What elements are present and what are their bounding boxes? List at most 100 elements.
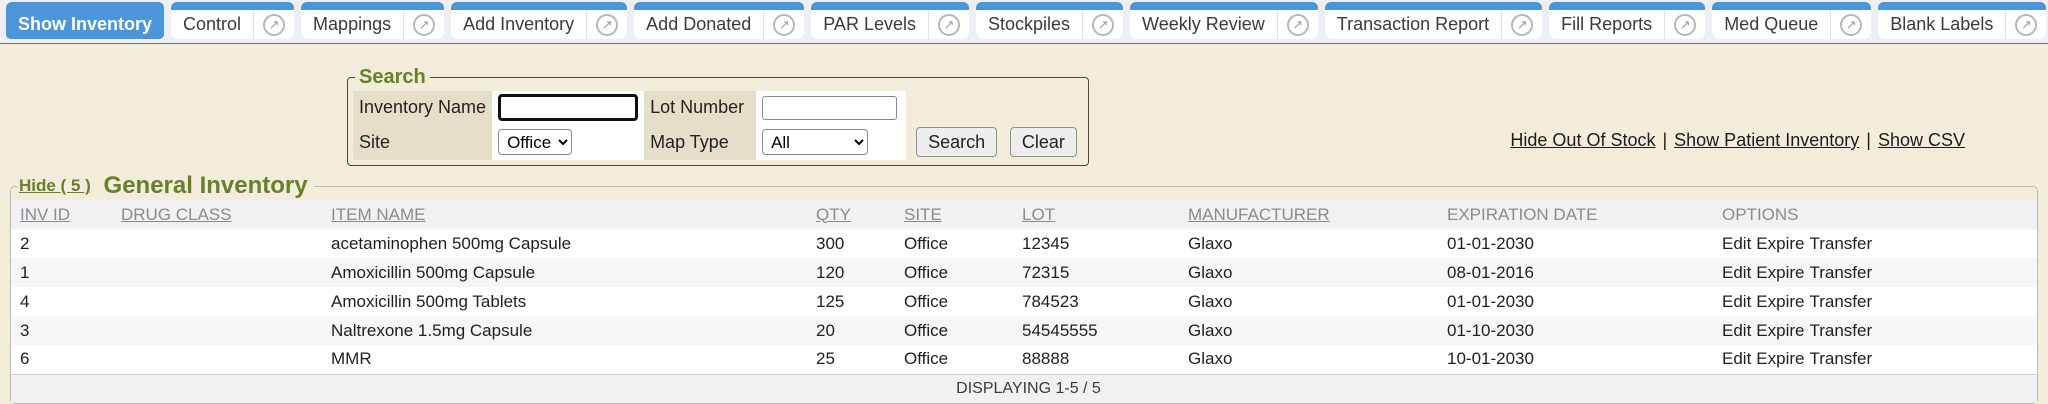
open-new-window-icon[interactable]: ↗ bbox=[413, 14, 435, 36]
search-button[interactable]: Search bbox=[916, 127, 997, 157]
cell-item-name: MMR bbox=[331, 345, 816, 374]
inventory-name-input[interactable] bbox=[498, 94, 638, 121]
sort-link[interactable]: QTY bbox=[816, 205, 851, 224]
cell-inv-id: 6 bbox=[11, 345, 121, 374]
search-panel: Search Inventory Name Lot Number Site Of… bbox=[347, 66, 1089, 166]
tab-transaction-report[interactable]: Transaction Report↗ bbox=[1325, 2, 1542, 39]
cell-inv-id: 2 bbox=[11, 229, 121, 258]
tab-label: Add Inventory bbox=[451, 14, 586, 35]
tab-stockpiles[interactable]: Stockpiles↗ bbox=[976, 2, 1123, 39]
expire-action-link[interactable]: Expire bbox=[1756, 263, 1804, 282]
sort-link[interactable]: LOT bbox=[1022, 205, 1055, 224]
cell-site: Office bbox=[904, 345, 1022, 374]
tab-divider bbox=[403, 10, 404, 39]
cell-qty: 125 bbox=[816, 287, 904, 316]
cell-expiration-date: 01-01-2030 bbox=[1447, 287, 1722, 316]
cell-inv-id: 3 bbox=[11, 316, 121, 345]
cell-drug-class bbox=[121, 316, 331, 345]
tab-control[interactable]: Control↗ bbox=[171, 2, 294, 39]
tab-label: Add Donated bbox=[634, 14, 763, 35]
expire-action-link[interactable]: Expire bbox=[1756, 234, 1804, 253]
inventory-table: INV ID DRUG CLASS ITEM NAME QTY SITE LOT MANUF… bbox=[11, 200, 2037, 403]
transfer-action-link[interactable]: Transfer bbox=[1809, 263, 1872, 282]
open-new-window-icon[interactable]: ↗ bbox=[596, 14, 618, 36]
open-new-window-icon[interactable]: ↗ bbox=[938, 14, 960, 36]
tab-show-inventory[interactable]: Show Inventory bbox=[6, 2, 164, 39]
site-select[interactable]: Office bbox=[498, 129, 572, 155]
tab-label: Show Inventory bbox=[6, 14, 164, 35]
cell-lot: 54545555 bbox=[1022, 316, 1188, 345]
show-csv-link[interactable]: Show CSV bbox=[1878, 130, 1965, 150]
cell-manufacturer: Glaxo bbox=[1188, 345, 1447, 374]
tab-label: Mappings bbox=[301, 14, 403, 35]
link-separator: | bbox=[1866, 130, 1871, 150]
map-type-select[interactable]: All bbox=[762, 129, 868, 155]
open-new-window-icon[interactable]: ↗ bbox=[773, 14, 795, 36]
tab-label: Blank Labels bbox=[1878, 14, 2005, 35]
tab-divider bbox=[253, 10, 254, 39]
open-new-window-icon[interactable]: ↗ bbox=[1092, 14, 1114, 36]
table-row: 6MMR25Office88888Glaxo10-01-2030EditExpi… bbox=[11, 345, 2037, 374]
sort-link[interactable]: ITEM NAME bbox=[331, 205, 425, 224]
expire-action-link[interactable]: Expire bbox=[1756, 349, 1804, 368]
tab-label: Med Queue bbox=[1712, 14, 1830, 35]
tab-divider bbox=[1664, 10, 1665, 39]
open-new-window-icon[interactable]: ↗ bbox=[1511, 14, 1533, 36]
cell-item-name: Amoxicillin 500mg Tablets bbox=[331, 287, 816, 316]
cell-qty: 25 bbox=[816, 345, 904, 374]
open-new-window-icon[interactable]: ↗ bbox=[2015, 14, 2037, 36]
cell-options: Edit Expire Transfer bbox=[1722, 316, 2037, 345]
column-label: EXPIRATION DATE bbox=[1447, 205, 1598, 224]
sort-link[interactable]: MANUFACTURER bbox=[1188, 205, 1330, 224]
cell-drug-class bbox=[121, 287, 331, 316]
clear-button[interactable]: Clear bbox=[1010, 127, 1077, 157]
open-new-window-icon[interactable]: ↗ bbox=[1674, 14, 1696, 36]
site-label: Site bbox=[353, 124, 492, 160]
edit-action-link[interactable]: Edit bbox=[1722, 321, 1751, 340]
tab-fill-reports[interactable]: Fill Reports↗ bbox=[1549, 2, 1705, 39]
open-new-window-icon[interactable]: ↗ bbox=[263, 14, 285, 36]
tab-add-donated[interactable]: Add Donated ↗ bbox=[634, 2, 804, 39]
tab-weekly-review[interactable]: Weekly Review ↗ bbox=[1130, 2, 1318, 39]
edit-action-link[interactable]: Edit bbox=[1722, 349, 1751, 368]
inventory-table-header: INV ID DRUG CLASS ITEM NAME QTY SITE LOT MANUF… bbox=[11, 200, 2037, 229]
general-inventory-legend: Hide ( 5 ) General Inventory bbox=[17, 172, 314, 200]
cell-site: Office bbox=[904, 229, 1022, 258]
open-new-window-icon[interactable]: ↗ bbox=[1840, 14, 1862, 36]
transfer-action-link[interactable]: Transfer bbox=[1809, 292, 1872, 311]
cell-inv-id: 4 bbox=[11, 287, 121, 316]
cell-inv-id: 1 bbox=[11, 258, 121, 287]
tab-label: PAR Levels bbox=[811, 14, 928, 35]
show-patient-inventory-link[interactable]: Show Patient Inventory bbox=[1674, 130, 1859, 150]
cell-item-name: acetaminophen 500mg Capsule bbox=[331, 229, 816, 258]
expire-action-link[interactable]: Expire bbox=[1756, 321, 1804, 340]
sort-link[interactable]: SITE bbox=[904, 205, 942, 224]
transfer-action-link[interactable]: Transfer bbox=[1809, 349, 1872, 368]
open-new-window-icon[interactable]: ↗ bbox=[1287, 14, 1309, 36]
tab-add-inventory[interactable]: Add Inventory ↗ bbox=[451, 2, 627, 39]
tab-divider bbox=[763, 10, 764, 39]
view-links: Hide Out Of Stock | Show Patient Inventory… bbox=[1510, 130, 1965, 151]
tab-divider bbox=[586, 10, 587, 39]
sort-link[interactable]: INV ID bbox=[20, 205, 70, 224]
edit-action-link[interactable]: Edit bbox=[1722, 234, 1751, 253]
transfer-action-link[interactable]: Transfer bbox=[1809, 234, 1872, 253]
hide-out-of-stock-link[interactable]: Hide Out Of Stock bbox=[1510, 130, 1655, 150]
edit-action-link[interactable]: Edit bbox=[1722, 263, 1751, 282]
paging-status: DISPLAYING 1-5 / 5 bbox=[956, 380, 1101, 397]
cell-item-name: Amoxicillin 500mg Capsule bbox=[331, 258, 816, 287]
inventory-title: General Inventory bbox=[104, 172, 308, 199]
tab-bar: Show InventoryControl↗Mappings↗Add Inven… bbox=[0, 0, 2048, 44]
tab-par-levels[interactable]: PAR Levels ↗ bbox=[811, 2, 969, 39]
tab-label: Weekly Review bbox=[1130, 14, 1277, 35]
tab-med-queue[interactable]: Med Queue ↗ bbox=[1712, 2, 1871, 39]
cell-site: Office bbox=[904, 316, 1022, 345]
lot-number-input[interactable] bbox=[762, 96, 897, 120]
hide-toggle-link[interactable]: Hide ( 5 ) bbox=[19, 176, 91, 195]
expire-action-link[interactable]: Expire bbox=[1756, 292, 1804, 311]
sort-link[interactable]: DRUG CLASS bbox=[121, 205, 232, 224]
tab-mappings[interactable]: Mappings ↗ bbox=[301, 2, 444, 39]
edit-action-link[interactable]: Edit bbox=[1722, 292, 1751, 311]
transfer-action-link[interactable]: Transfer bbox=[1809, 321, 1872, 340]
tab-blank-labels[interactable]: Blank Labels ↗ bbox=[1878, 2, 2046, 39]
